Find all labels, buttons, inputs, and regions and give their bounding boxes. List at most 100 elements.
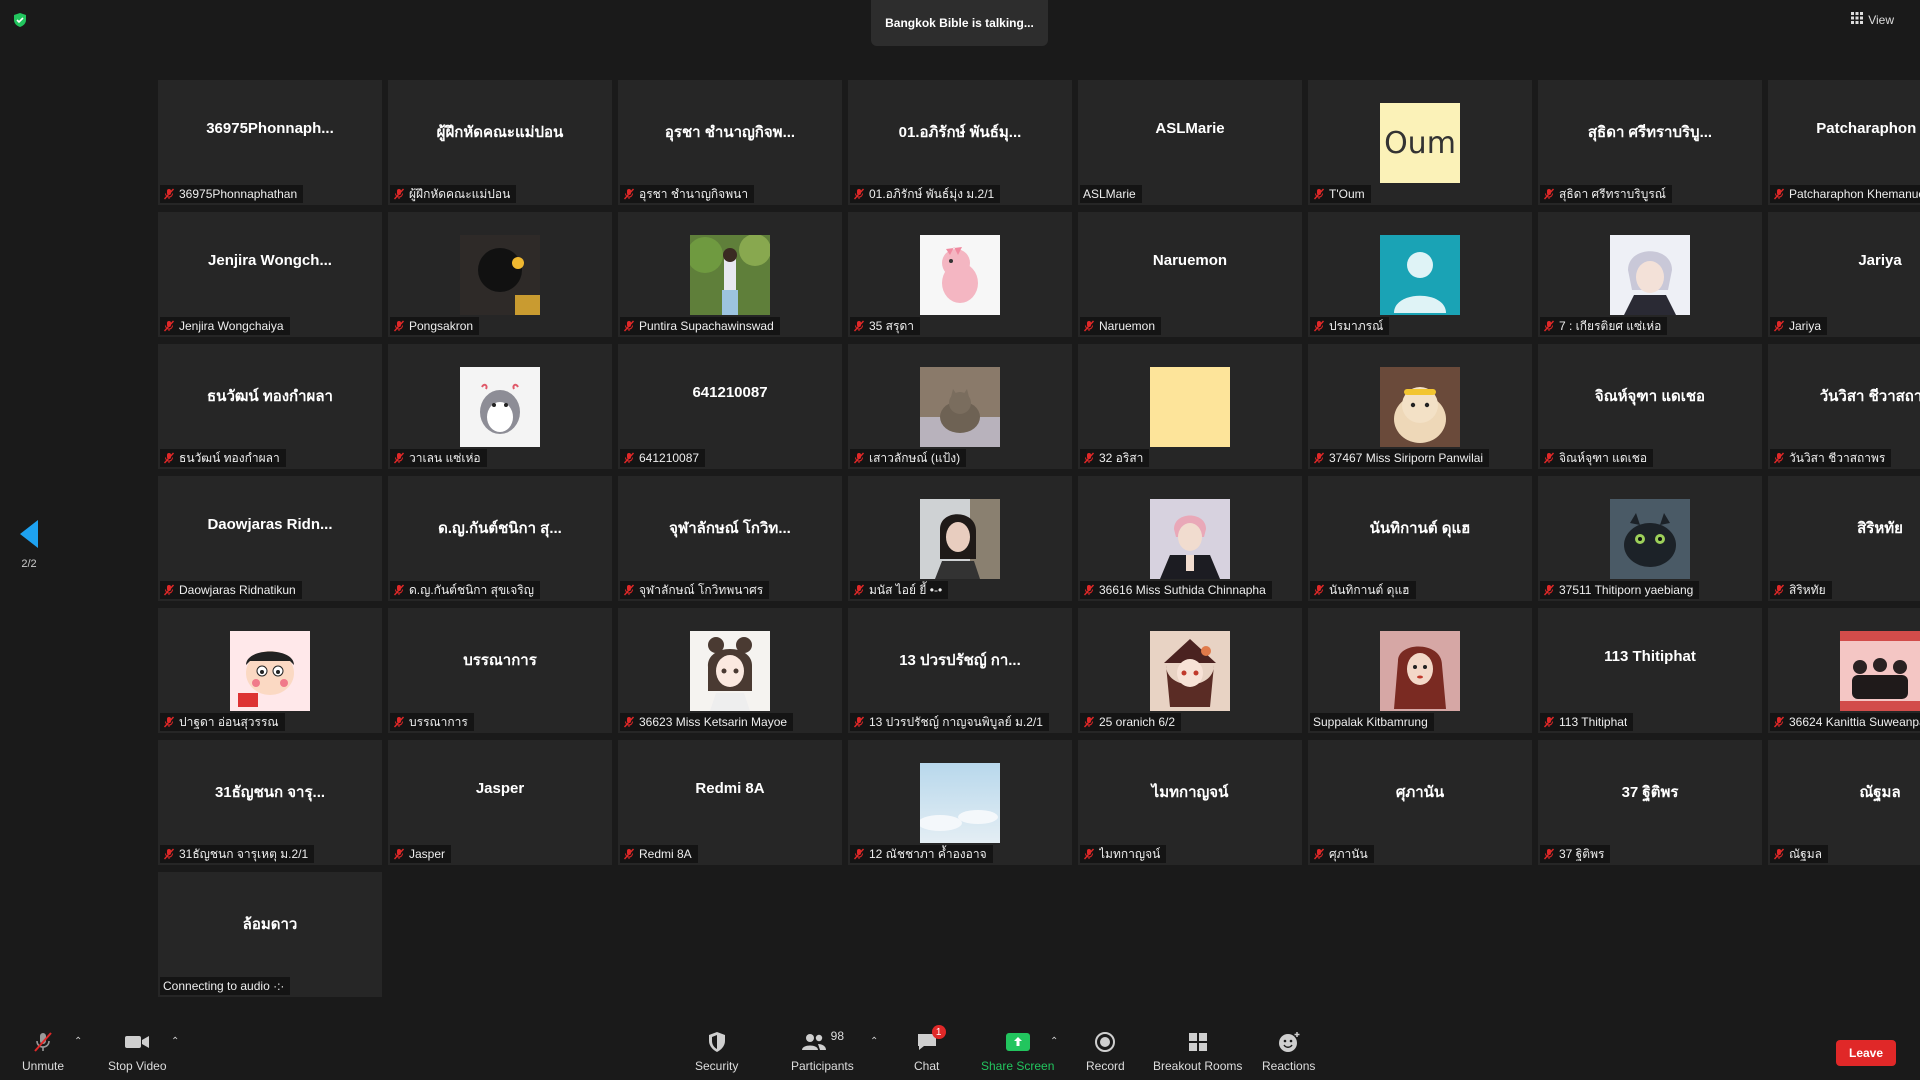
participant-tile[interactable]: สุธิดา ศรีทราบริบู... สุธิดา ศรีทราบริบูร… [1538, 80, 1762, 205]
participant-tile[interactable]: วาเลน แซ่เห่อ [388, 344, 612, 469]
participant-name-label: Patcharaphon Khemanuchret [1770, 185, 1920, 203]
participant-name-label: อุรชา ชำนาญกิจพนา [620, 185, 755, 203]
participant-tile[interactable]: 31ธัญชนก จารุ... 31ธัญชนก จารุเหตุ ม.2/1 [158, 740, 382, 865]
participant-name: Jasper [409, 847, 446, 861]
participant-tile[interactable]: ธนวัฒน์ ทองกำผลา ธนวัฒน์ ทองกำผลา [158, 344, 382, 469]
share-options-caret-icon[interactable]: ⌃ [1050, 1036, 1058, 1047]
muted-mic-icon [163, 188, 175, 200]
participant-tile[interactable]: 36623 Miss Ketsarin Mayoe [618, 608, 842, 733]
participant-display-name: สิริหทัย [1857, 520, 1903, 537]
avatar [230, 631, 310, 711]
participant-tile[interactable]: บรรณาการ บรรณาการ [388, 608, 612, 733]
participant-display-name: Jasper [475, 780, 525, 797]
participant-tile[interactable]: 37467 Miss Siriporn Panwilai [1308, 344, 1532, 469]
participant-name-label: 7 : เกียรติยศ แซ่เห่อ [1540, 317, 1668, 335]
participant-name: บรรณาการ [409, 714, 468, 729]
participant-tile[interactable]: 113 Thitiphat 113 Thitiphat [1538, 608, 1762, 733]
participant-tile[interactable]: ศุภานัน ศุภานัน [1308, 740, 1532, 865]
participant-tile[interactable]: 35 สรุดา [848, 212, 1072, 337]
participants-options-caret-icon[interactable]: ⌃ [870, 1036, 878, 1047]
participant-tile[interactable]: อุรชา ชำนาญกิจพ... อุรชา ชำนาญกิจพนา [618, 80, 842, 205]
participant-name-label: Daowjaras Ridnatikun [160, 581, 302, 599]
participant-display-name: Naruemon [1152, 252, 1228, 269]
participant-tile[interactable]: สิริหทัย สิริหทัย [1768, 476, 1920, 601]
participant-tile[interactable]: Naruemon Naruemon [1078, 212, 1302, 337]
participant-name-label: 25 oranich 6/2 [1080, 713, 1182, 731]
leave-button[interactable]: Leave [1836, 1040, 1896, 1066]
participant-tile[interactable]: ณัฐมล ณัฐมล [1768, 740, 1920, 865]
participant-tile[interactable]: Daowjaras Ridn... Daowjaras Ridnatikun [158, 476, 382, 601]
participant-name: 7 : เกียรติยศ แซ่เห่อ [1559, 318, 1662, 333]
participant-tile[interactable]: 32 อริสา [1078, 344, 1302, 469]
participant-tile[interactable]: นันทิกานต์ ดุแฮ นันทิกานต์ ดุแฮ [1308, 476, 1532, 601]
participant-tile[interactable]: จุฬาลักษณ์ โกวิท... จุฬาลักษณ์ โกวิทพนาศร [618, 476, 842, 601]
participant-tile[interactable]: 7 : เกียรติยศ แซ่เห่อ [1538, 212, 1762, 337]
participant-tile[interactable]: 01.อภิรักษ์ พันธ์มุ... 01.อภิรักษ์ พันธ์ม… [848, 80, 1072, 205]
participant-tile[interactable]: ผู้ฝึกหัดคณะแม่ปอน ผู้ฝึกหัดคณะแม่ปอน [388, 80, 612, 205]
participant-tile[interactable]: จิณห์จุฑา แดเชอ จิณห์จุฑา แดเชอ [1538, 344, 1762, 469]
participant-tile[interactable]: มนัส ไอย์ ยี้ •-• [848, 476, 1072, 601]
breakout-rooms-button[interactable]: Breakout Rooms [1153, 1030, 1242, 1073]
participant-tile[interactable]: ปาฐดา อ่อนสุวรรณ [158, 608, 382, 733]
participant-tile[interactable]: 25 oranich 6/2 [1078, 608, 1302, 733]
video-camera-icon [124, 1030, 150, 1054]
participant-tile[interactable]: 36616 Miss Suthida Chinnapha [1078, 476, 1302, 601]
participant-tile[interactable]: Redmi 8A Redmi 8A [618, 740, 842, 865]
audio-options-caret-icon[interactable]: ⌃ [74, 1036, 82, 1047]
participant-name-label: บรรณาการ [390, 713, 474, 731]
participant-tile[interactable]: เสาวลักษณ์ (แป้ง) [848, 344, 1072, 469]
stop-video-button[interactable]: Stop Video [108, 1030, 167, 1073]
unmute-button[interactable]: Unmute [22, 1030, 64, 1073]
security-button[interactable]: Security [695, 1030, 738, 1073]
participant-tile[interactable]: ล้อมดาว Connecting to audio ·:· [158, 872, 382, 997]
muted-mic-icon [1313, 320, 1325, 332]
participant-tile[interactable]: Jasper Jasper [388, 740, 612, 865]
participant-tile[interactable]: Jariya Jariya [1768, 212, 1920, 337]
gallery-grid: 36975Phonnaph... 36975Phonnaphathan ผู้ฝึก… [158, 80, 1920, 1000]
participant-tile[interactable]: Patcharaphon K... Patcharaphon Khemanuchr… [1768, 80, 1920, 205]
participant-tile[interactable]: 12 ณัชชาภา ค้ำองอาจ [848, 740, 1072, 865]
muted-mic-icon [163, 848, 175, 860]
muted-mic-icon [623, 320, 635, 332]
participant-tile[interactable]: 641210087 641210087 [618, 344, 842, 469]
participant-tile[interactable]: วันวิสา ชีวาสถาพรวันวิสา ชีวาสถาพร [1768, 344, 1920, 469]
participant-display-name: 36975Phonnaph... [206, 120, 334, 137]
avatar [1840, 631, 1920, 711]
participant-tile[interactable]: ด.ญ.กันต์ชนิกา สุ... ด.ญ.กันต์ชนิกา สุขเจ… [388, 476, 612, 601]
participant-name: 113 Thitiphat [1559, 715, 1628, 729]
share-screen-button[interactable]: Share Screen [981, 1030, 1054, 1073]
participant-name-label: ปรมาภรณ์ [1310, 317, 1390, 335]
participant-tile[interactable]: 36975Phonnaph... 36975Phonnaphathan [158, 80, 382, 205]
participant-tile[interactable]: 36624 Kanittia Suweanpan [1768, 608, 1920, 733]
avatar [1380, 631, 1460, 711]
avatar [1150, 631, 1230, 711]
participant-tile[interactable]: 13 ปวรปรัชญ์ กา... 13 ปวรปรัชญ์ กาญจนพิบู… [848, 608, 1072, 733]
record-button[interactable]: Record [1086, 1030, 1125, 1073]
participant-tile[interactable]: ASLMarie ASLMarie [1078, 80, 1302, 205]
participants-button[interactable]: 98 Participants [791, 1029, 854, 1073]
shield-icon[interactable] [12, 12, 28, 28]
participant-tile[interactable]: Suppalak Kitbamrung [1308, 608, 1532, 733]
muted-mic-icon [1313, 848, 1325, 860]
reactions-button[interactable]: Reactions [1262, 1030, 1315, 1073]
participant-tile[interactable]: Puntira Supachawinswad [618, 212, 842, 337]
participant-name-label: สิริหทัย [1770, 581, 1832, 599]
chat-button[interactable]: 1 Chat [914, 1025, 946, 1073]
participant-tile[interactable]: Pongsakron [388, 212, 612, 337]
muted-mic-icon [1543, 320, 1555, 332]
participant-tile[interactable]: ปรมาภรณ์ [1308, 212, 1532, 337]
mic-off-icon [31, 1030, 55, 1054]
participant-tile[interactable]: 37 ฐิติพร 37 ฐิติพร [1538, 740, 1762, 865]
video-options-caret-icon[interactable]: ⌃ [171, 1036, 179, 1047]
participant-display-name: Patcharaphon K... [1816, 120, 1920, 137]
participant-tile[interactable]: Oum T'Oum [1308, 80, 1532, 205]
participant-display-name: ไมทกาญจน์ [1151, 784, 1229, 801]
participant-tile[interactable]: ไมทกาญจน์ ไมทกาญจน์ [1078, 740, 1302, 865]
previous-page-button[interactable]: 2/2 [14, 520, 44, 570]
participant-name-label: Puntira Supachawinswad [620, 317, 780, 335]
view-button[interactable]: View [1851, 12, 1894, 27]
participant-name: วันวิสา ชีวาสถาพร [1789, 450, 1886, 465]
participant-tile[interactable]: 37511 Thitiporn yaebiang [1538, 476, 1762, 601]
participant-tile[interactable]: Jenjira Wongch... Jenjira Wongchaiya [158, 212, 382, 337]
participant-display-name: 01.อภิรักษ์ พันธ์มุ... [898, 124, 1022, 141]
